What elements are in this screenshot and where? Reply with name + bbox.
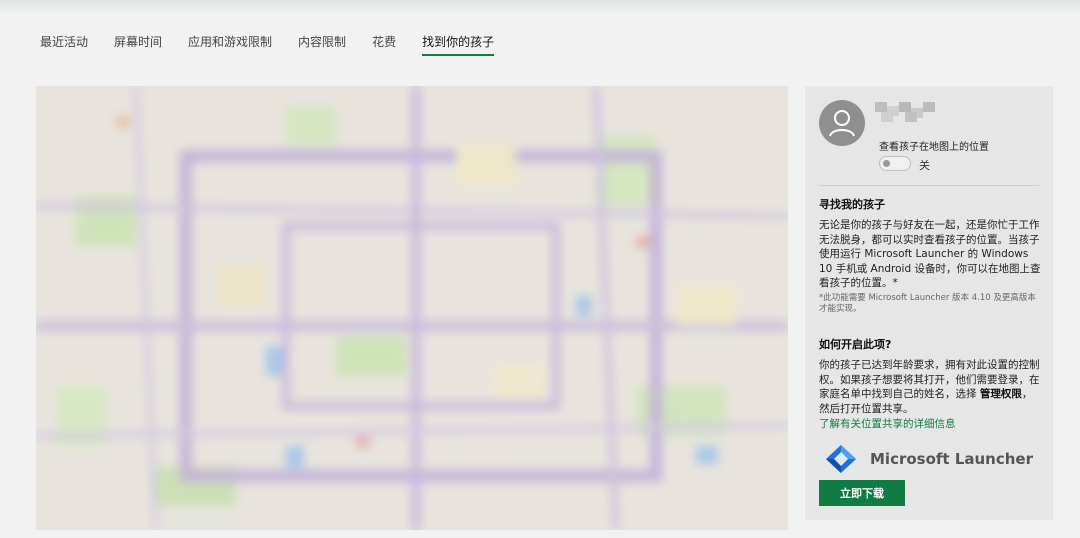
find-child-panel: 查看孩子在地图上的位置 关 寻找我的孩子 无论是你的孩子与好友在一起，还是你忙于… [805, 86, 1053, 520]
child-name-redacted [875, 102, 937, 122]
app-name: Microsoft Launcher [870, 450, 1033, 468]
find-my-child-title: 寻找我的孩子 [819, 198, 885, 211]
toggle-state-label: 关 [919, 159, 930, 172]
avatar [819, 100, 865, 146]
blurred-map [36, 86, 788, 530]
location-toggle[interactable] [879, 156, 911, 171]
microsoft-launcher-icon [825, 444, 857, 474]
view-location-label: 查看孩子在地图上的位置 [879, 142, 989, 153]
top-gradient-bar [0, 0, 1080, 14]
person-icon [829, 110, 855, 137]
how-to-enable-title: 如何开启此项? [819, 338, 892, 351]
version-requirement-note: *此功能需要 Microsoft Launcher 版本 4.10 及更高版本才… [819, 293, 1036, 314]
find-my-child-description: 无论是你的孩子与好友在一起，还是你忙于工作无法脱身，都可以实时查看孩子的位置。当… [819, 219, 1041, 289]
toggle-knob [883, 160, 890, 167]
tab-spending[interactable]: 花费 [372, 33, 396, 56]
manage-permissions-text: 管理权限 [979, 388, 1022, 400]
tab-find-your-child[interactable]: 找到你的孩子 [422, 33, 495, 56]
tab-content-restrictions[interactable]: 内容限制 [298, 33, 346, 56]
tab-recent-activity[interactable]: 最近活动 [40, 33, 88, 56]
tab-screen-time[interactable]: 屏幕时间 [114, 33, 162, 56]
learn-more-location-sharing-link[interactable]: 了解有关位置共享的详细信息 [819, 416, 956, 431]
divider [819, 185, 1039, 186]
map-image [36, 86, 788, 530]
download-now-button[interactable]: 立即下载 [819, 480, 905, 506]
tab-app-game-limits[interactable]: 应用和游戏限制 [188, 33, 272, 56]
family-nav-tabs: 最近活动 屏幕时间 应用和游戏限制 内容限制 花费 找到你的孩子 [40, 33, 520, 56]
how-to-enable-description: 你的孩子已达到年龄要求，拥有对此设置的控制权。如果孩子想要将其打开，他们需要登录… [819, 358, 1041, 416]
